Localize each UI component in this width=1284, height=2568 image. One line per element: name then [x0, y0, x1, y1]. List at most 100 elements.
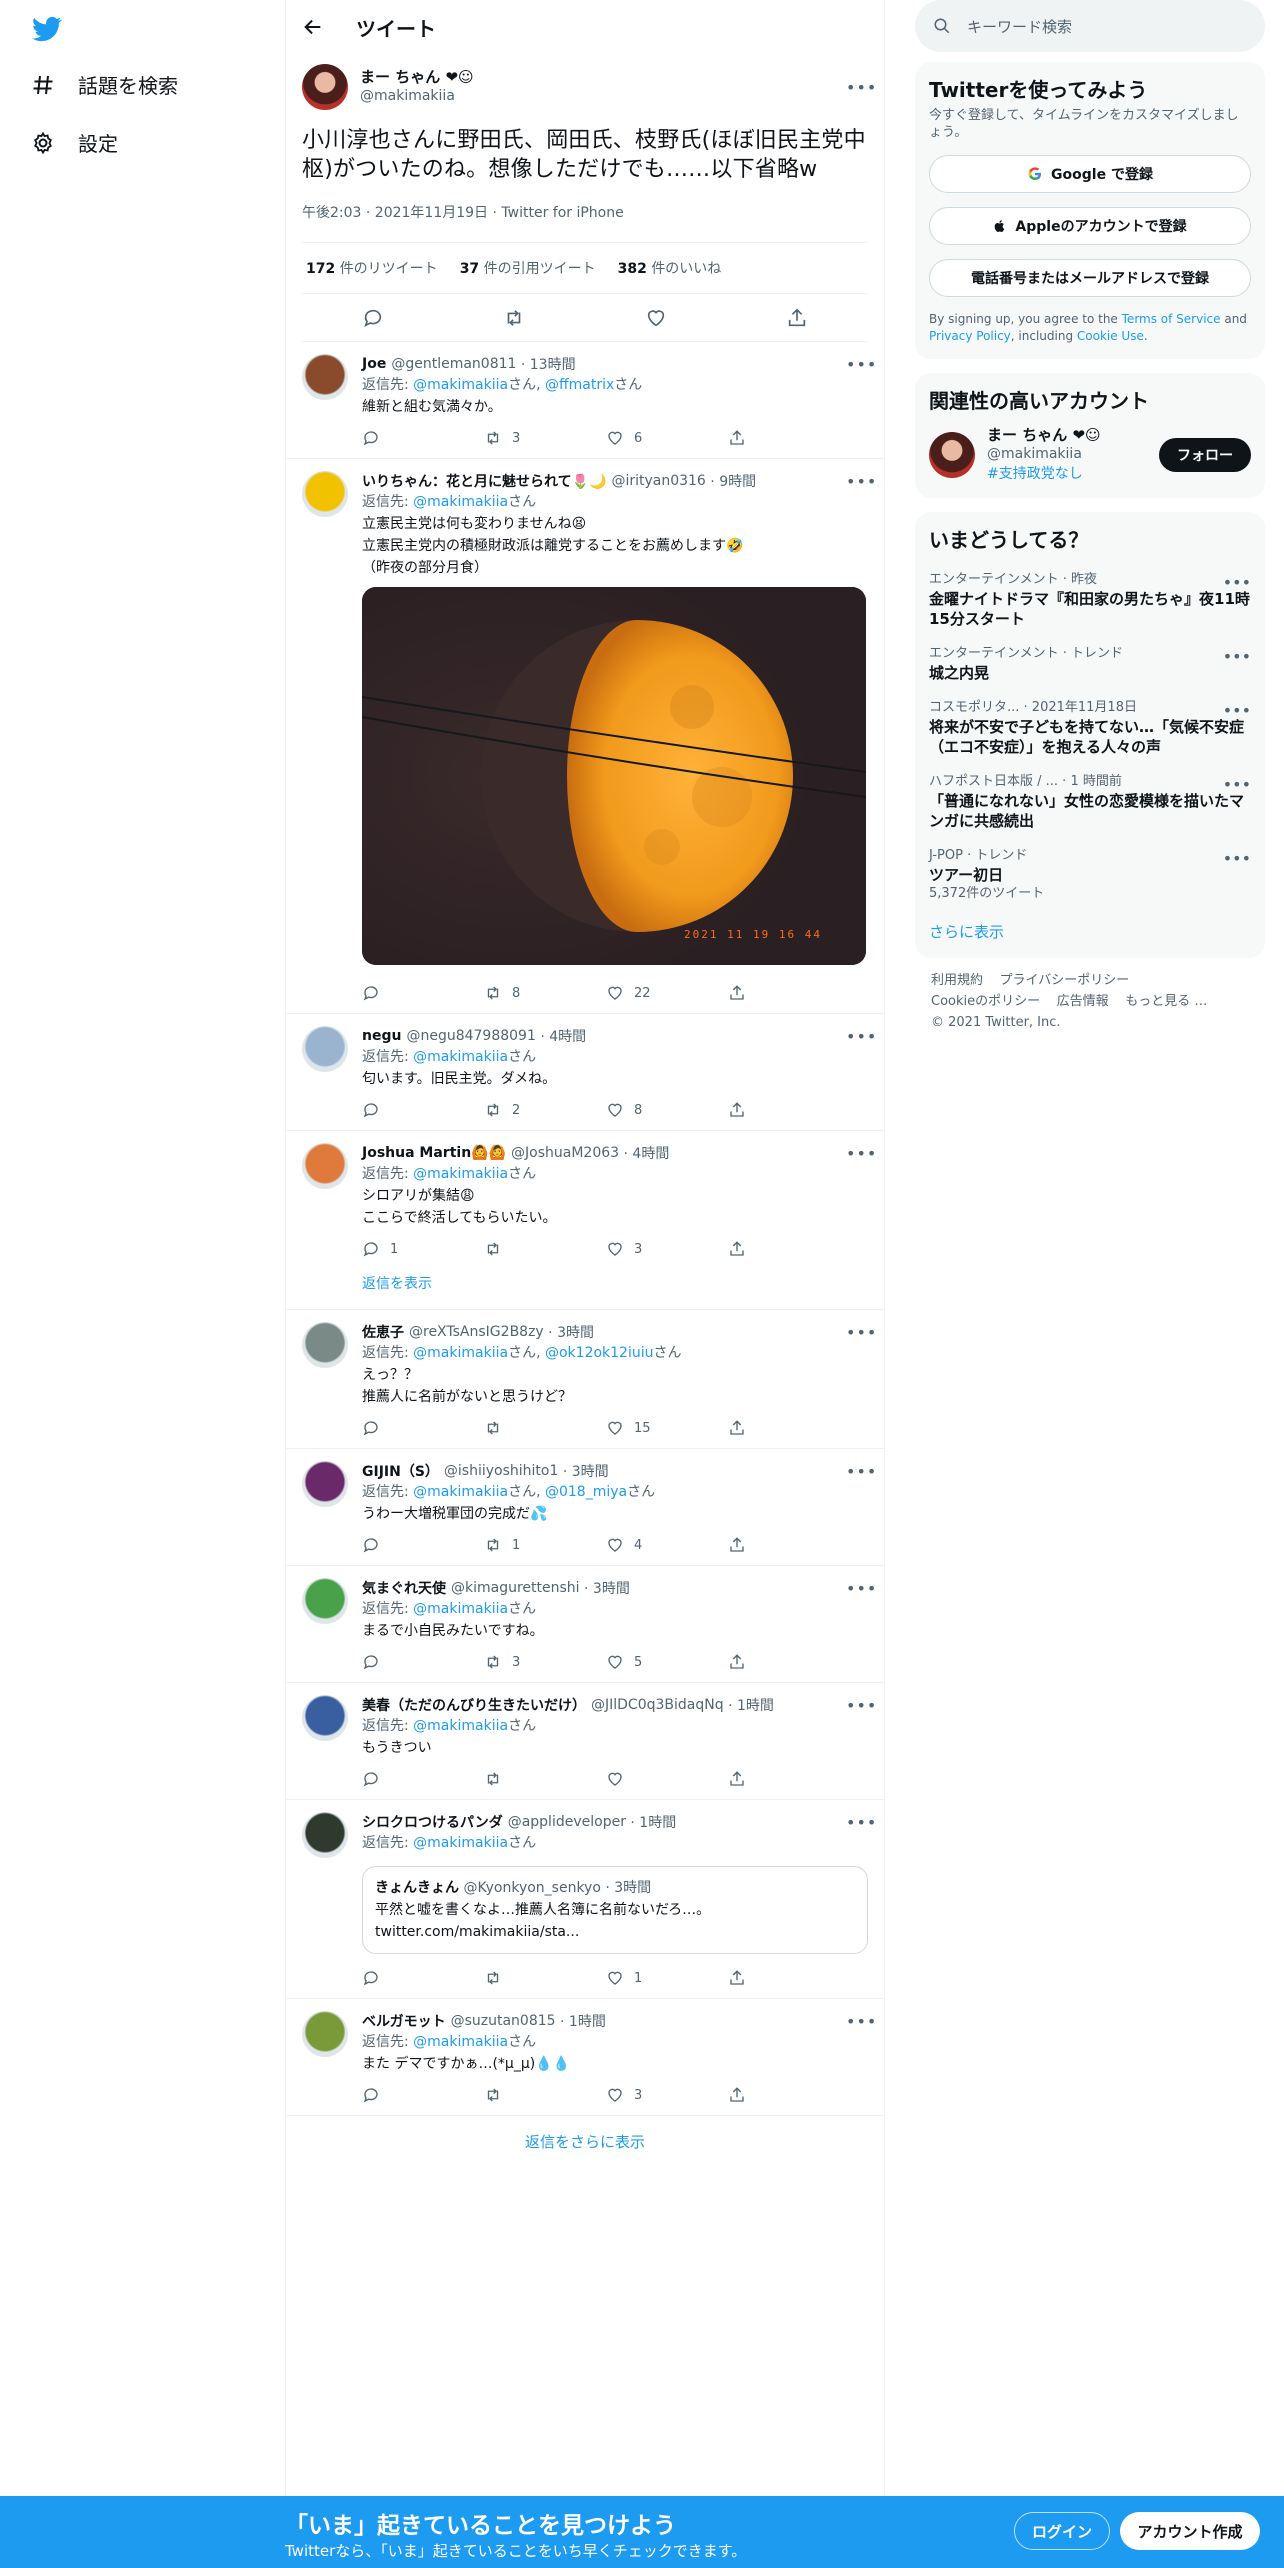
- quote-count[interactable]: 37 件の引用ツイート: [460, 258, 596, 278]
- reply-author-name[interactable]: GIJIN（S）: [362, 1461, 439, 1481]
- cookie-link[interactable]: Cookie Use: [1077, 329, 1144, 343]
- trend-item[interactable]: ハフポスト日本版 / ... · 1 時間前 「普通になれない」女性の恋愛模様を描…: [929, 765, 1251, 839]
- reply-author-name[interactable]: いりちゃん：花と月に魅せられて🌷🌙: [362, 471, 606, 491]
- author-handle[interactable]: @makimakiia: [360, 87, 846, 106]
- more-icon[interactable]: •••: [1223, 701, 1251, 720]
- like-action[interactable]: 22: [606, 984, 728, 1002]
- more-icon[interactable]: •••: [846, 1144, 876, 1163]
- trend-item[interactable]: エンターテインメント · トレンド 城之内晃 •••: [929, 637, 1251, 691]
- footer-cookie-link[interactable]: Cookieのポリシー: [931, 994, 1040, 1009]
- retweet-action[interactable]: [484, 1240, 606, 1258]
- more-icon[interactable]: •••: [1223, 573, 1251, 592]
- like-action[interactable]: 4: [606, 1536, 728, 1554]
- retweet-count[interactable]: 172 件のリツイート: [306, 258, 438, 278]
- avatar[interactable]: [302, 1461, 348, 1507]
- mention-link[interactable]: @makimakiia: [413, 1345, 508, 1361]
- search-input[interactable]: キーワード検索: [915, 0, 1265, 52]
- mention-link[interactable]: @makimakiia: [413, 1601, 508, 1617]
- mention-link[interactable]: @makimakiia: [413, 1484, 508, 1500]
- footer-ads-link[interactable]: 広告情報: [1057, 994, 1109, 1009]
- reply-action[interactable]: [362, 1101, 484, 1119]
- more-icon[interactable]: •••: [1223, 647, 1251, 666]
- phone-email-signup-button[interactable]: 電話番号またはメールアドレスで登録: [929, 259, 1251, 297]
- share-action[interactable]: [728, 1770, 850, 1788]
- reply-time[interactable]: · 4時間: [624, 1143, 670, 1163]
- reply-author-handle[interactable]: @negu847988091: [406, 1028, 535, 1044]
- mention-link[interactable]: @makimakiia: [413, 1835, 508, 1851]
- relevant-account[interactable]: まー ちゃん ❤☺ @makimakiia #支持政党なし フォロー: [929, 426, 1251, 484]
- share-action[interactable]: [728, 429, 850, 447]
- reply-author-name[interactable]: 佐恵子: [362, 1322, 404, 1342]
- retweet-action[interactable]: [484, 2086, 606, 2104]
- reply-time[interactable]: · 3時間: [584, 1578, 630, 1598]
- reply-tweet[interactable]: シロクロつけるパンダ @applideveloper · 1時間 ••• 返信先: @…: [286, 1800, 884, 1999]
- reply-author-name[interactable]: ベルガモット: [362, 2011, 446, 2031]
- mention-link[interactable]: @makimakiia: [413, 1049, 508, 1065]
- more-icon[interactable]: •••: [846, 1323, 876, 1342]
- relevant-handle[interactable]: @makimakiia: [987, 445, 1159, 464]
- reply-author-handle[interactable]: @reXTsAnsIG2B8zy: [409, 1324, 544, 1340]
- reply-tweet[interactable]: ベルガモット @suzutan0815 · 1時間 ••• 返信先: @makimak…: [286, 1999, 884, 2116]
- like-count[interactable]: 382 件のいいね: [618, 258, 722, 278]
- more-icon[interactable]: •••: [846, 1027, 876, 1046]
- reply-icon[interactable]: [362, 307, 384, 329]
- avatar[interactable]: [302, 354, 348, 400]
- share-action[interactable]: [728, 2086, 850, 2104]
- share-action[interactable]: [728, 1653, 850, 1671]
- reply-author-handle[interactable]: @kimagurettenshi: [451, 1580, 580, 1596]
- reply-action[interactable]: [362, 429, 484, 447]
- reply-tweet[interactable]: 美春（ただのんびり生きたいだけ） @JIlDC0q3BidaqNq · 1時間 ••…: [286, 1683, 884, 1800]
- nav-explore[interactable]: 話題を検索: [30, 70, 178, 99]
- like-icon[interactable]: [645, 307, 667, 329]
- avatar[interactable]: [302, 64, 348, 110]
- footer-terms-link[interactable]: 利用規約: [931, 973, 983, 988]
- mention-link[interactable]: @makimakiia: [413, 1166, 508, 1182]
- avatar[interactable]: [929, 432, 975, 478]
- retweet-icon[interactable]: [503, 307, 525, 329]
- trend-item[interactable]: エンターテインメント · 昨夜 金曜ナイトドラマ『和田家の男たちゃ』夜11時15分…: [929, 563, 1251, 637]
- retweet-action[interactable]: 8: [484, 984, 606, 1002]
- avatar[interactable]: [302, 471, 348, 517]
- follow-button[interactable]: フォロー: [1159, 438, 1251, 472]
- show-more-replies[interactable]: 返信をさらに表示: [286, 2116, 884, 2166]
- terms-link[interactable]: Terms of Service: [1122, 312, 1221, 326]
- reply-author-handle[interactable]: @suzutan0815: [451, 2013, 556, 2029]
- reply-author-name[interactable]: 美春（ただのんびり生きたいだけ）: [362, 1695, 586, 1715]
- avatar[interactable]: [302, 1322, 348, 1368]
- avatar[interactable]: [302, 1578, 348, 1624]
- reply-author-name[interactable]: Joshua Martin🙆🙆: [362, 1145, 506, 1161]
- reply-action[interactable]: [362, 1969, 484, 1987]
- reply-tweet[interactable]: Joe @gentleman0811 · 13時間 ••• 返信先: @makimak…: [286, 342, 884, 459]
- signup-button[interactable]: アカウント作成: [1120, 2512, 1260, 2550]
- retweet-action[interactable]: 2: [484, 1101, 606, 1119]
- reply-action[interactable]: [362, 984, 484, 1002]
- reply-tweet[interactable]: 気まぐれ天使 @kimagurettenshi · 3時間 ••• 返信先: @mak…: [286, 1566, 884, 1683]
- share-action[interactable]: [728, 1419, 850, 1437]
- mention-link[interactable]: @makimakiia: [413, 1718, 508, 1734]
- twitter-logo-icon[interactable]: [30, 14, 64, 44]
- privacy-link[interactable]: Privacy Policy: [929, 329, 1011, 343]
- like-action[interactable]: 1: [606, 1969, 728, 1987]
- share-action[interactable]: [728, 1240, 850, 1258]
- more-icon[interactable]: •••: [846, 355, 876, 374]
- share-action[interactable]: [728, 1536, 850, 1554]
- retweet-action[interactable]: 3: [484, 429, 606, 447]
- more-icon[interactable]: •••: [846, 2012, 876, 2031]
- quoted-link[interactable]: twitter.com/makimakiia/sta...: [375, 1921, 855, 1943]
- reply-action[interactable]: [362, 1770, 484, 1788]
- relevant-bio[interactable]: #支持政党なし: [987, 464, 1159, 484]
- reply-time[interactable]: · 1時間: [728, 1695, 774, 1715]
- mention-link[interactable]: @makimakiia: [413, 2034, 508, 2050]
- reply-author-name[interactable]: negu: [362, 1028, 401, 1044]
- footer-more-link[interactable]: もっと見る …: [1125, 994, 1207, 1009]
- retweet-action[interactable]: [484, 1770, 606, 1788]
- reply-time[interactable]: · 13時間: [521, 354, 576, 374]
- retweet-action[interactable]: 1: [484, 1536, 606, 1554]
- like-action[interactable]: [606, 1770, 728, 1788]
- more-icon[interactable]: •••: [1223, 775, 1251, 794]
- apple-signup-button[interactable]: Appleのアカウントで登録: [929, 207, 1251, 245]
- reply-time[interactable]: · 3時間: [563, 1461, 609, 1481]
- share-action[interactable]: [728, 1969, 850, 1987]
- trend-item[interactable]: J-POP · トレンド ツアー初日 5,372件のツイート •••: [929, 839, 1251, 911]
- reply-author-handle[interactable]: @JoshuaM2063: [511, 1145, 619, 1161]
